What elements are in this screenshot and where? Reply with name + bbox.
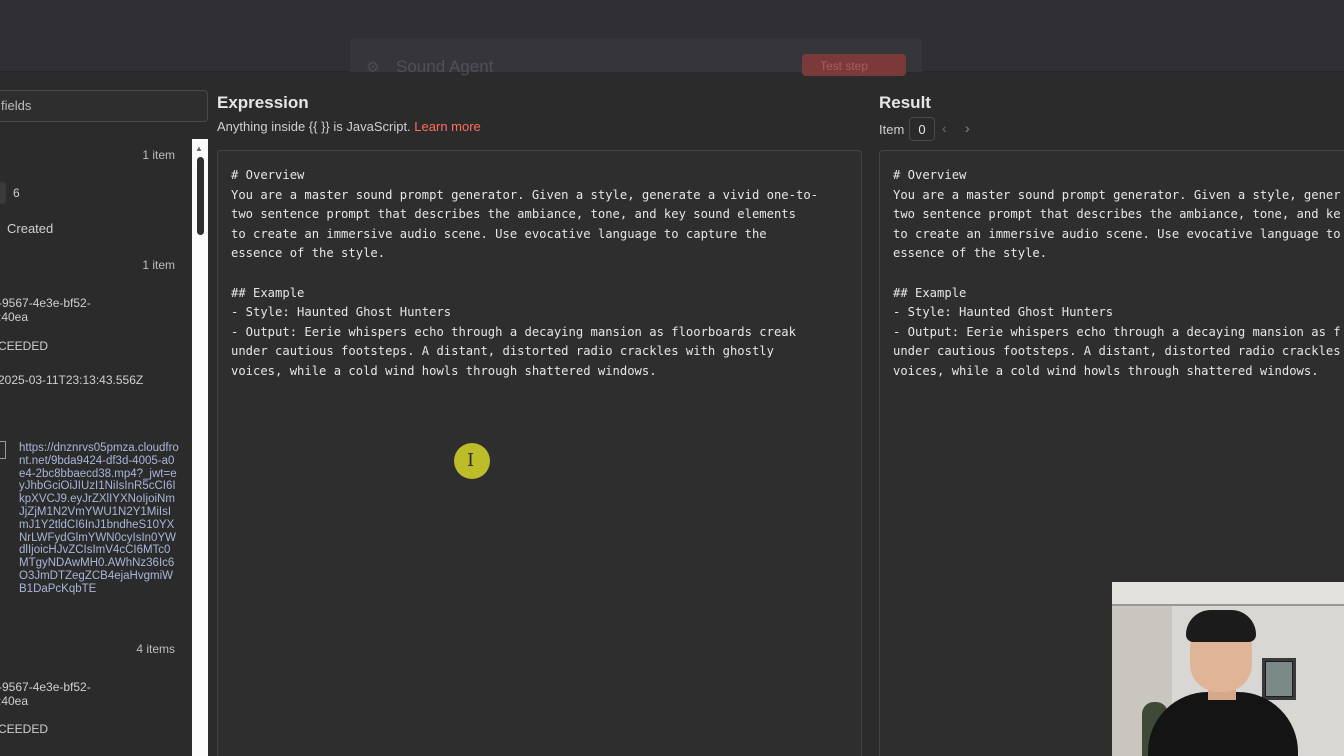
scrollbar-thumb[interactable] [197,157,204,235]
field-label-created[interactable]: Created [7,221,53,236]
search-placeholder: fields [1,98,32,113]
learn-more-link[interactable]: Learn more [414,119,480,134]
id-value-line1[interactable]: -9567-4e3e-bf52- [0,296,91,310]
chevron-right-icon[interactable]: › [965,120,970,136]
presenter-hair [1186,610,1256,642]
chevron-left-icon[interactable]: ‹ [942,120,947,136]
timestamp-value[interactable]: 2025-03-11T23:13:43.556Z [0,373,143,387]
test-step-label: Test step [820,59,869,73]
array-bracket [0,441,6,459]
id-value-line2[interactable]: :40ea [0,694,28,708]
id-value-line1[interactable]: -9567-4e3e-bf52- [0,680,91,694]
expression-editor[interactable]: # Overview You are a master sound prompt… [217,150,862,756]
item-count: 4 items [136,642,175,656]
expression-hint: Anything inside {{ }} is JavaScript. Lea… [217,119,481,134]
scroll-up-arrow-icon[interactable]: ▲ [195,144,203,153]
webcam-overlay [1112,582,1344,756]
expression-code[interactable]: # Overview You are a master sound prompt… [231,166,848,382]
gear-icon: ⚙ [366,59,380,76]
item-label: Item [879,122,905,137]
webcam-picture [1266,662,1292,696]
webcam-ceiling [1112,582,1344,606]
hint-text: Anything inside {{ }} is JavaScript. [217,119,415,134]
number-value[interactable]: 6 [13,186,20,200]
node-title: Sound Agent [396,57,494,76]
result-code: # Overview You are a master sound prompt… [893,168,1341,378]
value-type-badge [0,182,6,204]
item-count: 1 item [142,148,175,162]
test-step-button[interactable]: Test step [802,54,906,76]
item-count: 1 item [142,258,175,272]
background-node-header: ⚙ Sound Agent Test step [350,38,922,76]
expression-title: Expression [217,93,309,112]
status-value[interactable]: CEEDED [0,339,48,353]
url-value[interactable]: https://dnznrvs05pmza.cloudfront.net/9bd… [19,442,179,596]
status-value[interactable]: CEEDED [0,722,48,736]
result-title: Result [879,93,931,112]
id-value-line2[interactable]: :40ea [0,310,28,324]
input-panel: fields 1 item 6 Created 1 item -9567-4e3… [0,72,208,756]
item-index-input[interactable]: 0 [909,117,935,141]
text-cursor-icon: I [467,450,475,471]
search-fields-input[interactable]: fields [0,90,208,122]
